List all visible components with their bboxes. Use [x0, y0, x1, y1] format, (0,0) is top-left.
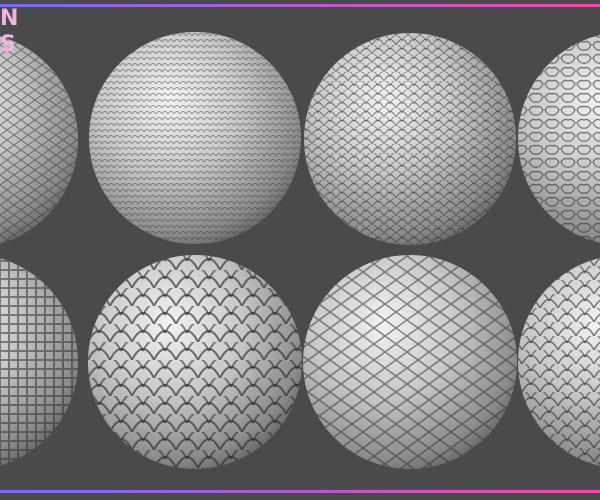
gradient-bar-bottom: [0, 490, 600, 493]
sphere-r1-c4: [518, 32, 600, 246]
sphere-r2-c1: [0, 254, 78, 470]
sphere-r2-c2: [88, 255, 302, 469]
sphere-r2-c4: [518, 255, 600, 469]
logo-text-line-1: N: [0, 6, 19, 31]
texture-preview-canvas: N S: [0, 0, 600, 500]
brand-logo: N S: [0, 8, 24, 58]
sphere-grid: [0, 32, 600, 470]
sphere-r1-c3: [304, 33, 516, 245]
sphere-r2-c3: [303, 255, 517, 469]
sphere-r1-c1: [0, 32, 78, 248]
logo-text-line-2: S: [0, 32, 16, 57]
sphere-r1-c2: [89, 32, 301, 244]
